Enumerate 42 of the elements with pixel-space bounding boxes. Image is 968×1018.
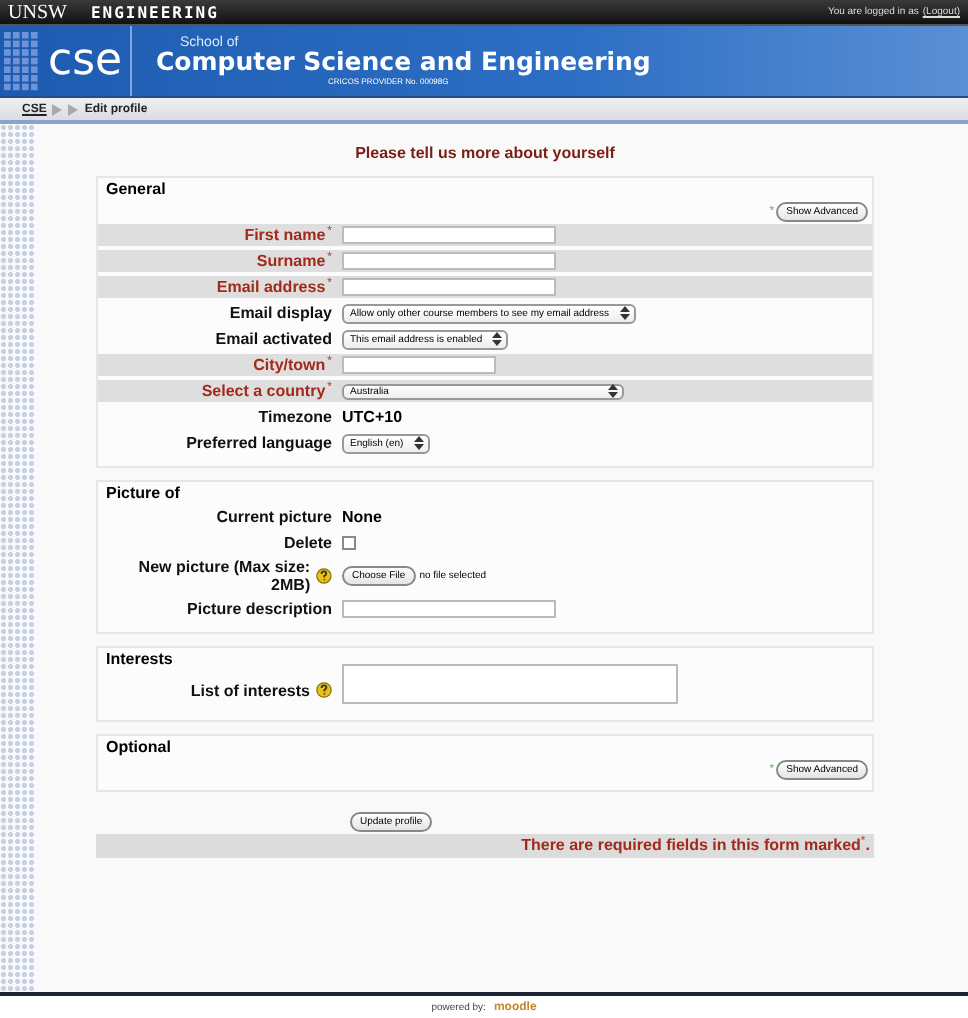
field-label: Current picture bbox=[216, 508, 332, 526]
text-area[interactable] bbox=[342, 664, 678, 704]
field-label: First name bbox=[244, 226, 326, 244]
field-label: Preferred language bbox=[186, 434, 332, 452]
form-heading: Please tell us more about yourself bbox=[353, 144, 617, 162]
field-label: City/town bbox=[253, 356, 326, 374]
field-label: Email address bbox=[216, 278, 326, 296]
text-field[interactable] bbox=[342, 356, 496, 374]
stepper-arrows-icon bbox=[619, 306, 629, 320]
field-value: None bbox=[342, 508, 382, 526]
banner-title: Computer Science and Engineering bbox=[156, 50, 651, 76]
text-field[interactable] bbox=[342, 278, 556, 296]
note-period: . bbox=[865, 836, 870, 854]
stepper-arrows-icon bbox=[492, 332, 503, 346]
field-label: List of interests bbox=[190, 681, 310, 699]
field-label: New picture (Max size: 2MB) bbox=[136, 558, 311, 594]
faculty-name: ENGINEERING bbox=[90, 3, 219, 21]
section-legend: Interests bbox=[98, 648, 181, 672]
field-label: Picture description bbox=[187, 600, 332, 618]
field-label: Email activated bbox=[215, 330, 332, 348]
grid-icon bbox=[4, 31, 40, 91]
stepper-arrows-icon bbox=[413, 436, 424, 450]
help-icon[interactable] bbox=[316, 568, 332, 584]
field-label: Surname bbox=[256, 252, 326, 270]
help-icon[interactable] bbox=[316, 682, 332, 698]
section-legend: Optional bbox=[98, 736, 179, 760]
section-legend: General bbox=[98, 178, 174, 202]
field-label: Delete bbox=[283, 534, 332, 552]
text-field[interactable] bbox=[342, 226, 556, 244]
field-label: Email display bbox=[229, 304, 332, 322]
checkbox[interactable] bbox=[342, 536, 356, 550]
text-field[interactable] bbox=[342, 600, 556, 618]
university-name: UNSW bbox=[8, 1, 67, 23]
school-logo: cse bbox=[48, 39, 123, 83]
separator-icon bbox=[52, 103, 79, 115]
section-legend: Picture of bbox=[98, 482, 188, 506]
field-label: Timezone bbox=[258, 408, 332, 426]
stepper-arrows-icon bbox=[608, 384, 618, 398]
field-label: Select a country bbox=[201, 382, 326, 400]
note-text: There are required fields in this form marked bbox=[521, 836, 861, 854]
field-value: UTC+10 bbox=[342, 408, 403, 426]
text-field[interactable] bbox=[342, 252, 556, 270]
